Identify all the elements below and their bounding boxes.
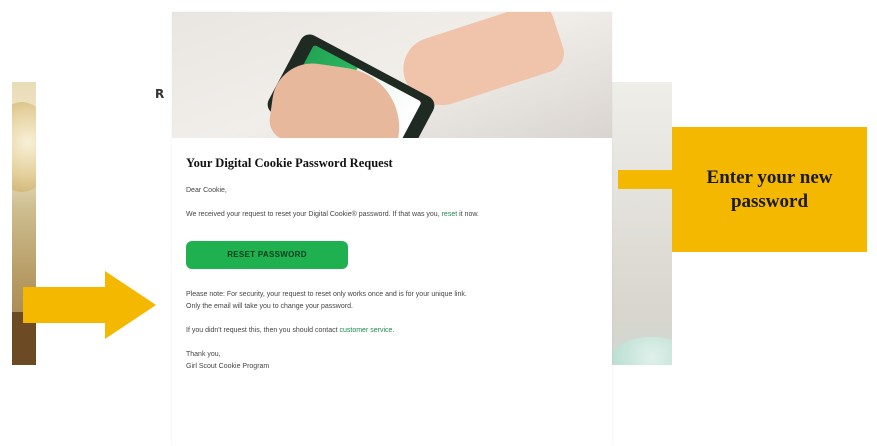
note-line-2: Only the email will take you to change y… (186, 303, 353, 310)
email-body: Your Digital Cookie Password Request Dea… (186, 156, 596, 385)
intro-text: We received your request to reset your D… (186, 211, 442, 218)
reset-password-button[interactable]: RESET PASSWORD (186, 241, 348, 269)
instruction-callout: Enter your new password (672, 127, 867, 252)
plate-image (612, 337, 672, 365)
cropped-letter: R (155, 87, 165, 101)
reset-link[interactable]: reset (442, 211, 458, 218)
help-end-text: . (392, 327, 395, 334)
signature-text: Girl Scout Cookie Program (186, 363, 270, 370)
email-title: Your Digital Cookie Password Request (186, 156, 393, 170)
customer-service-link[interactable]: customer service (340, 327, 393, 334)
email-intro: We received your request to reset your D… (186, 209, 596, 221)
right-background-photo (607, 82, 672, 365)
email-card: Your Digital Cookie Password Request Dea… (172, 12, 612, 446)
hand-image (267, 58, 407, 138)
help-text: If you didn't request this, then you sho… (186, 327, 340, 334)
email-signoff: Thank you, Girl Scout Cookie Program (186, 349, 596, 373)
note-line-1: Please note: For security, your request … (186, 291, 467, 298)
arrow-right-icon (23, 271, 156, 339)
email-note: Please note: For security, your request … (186, 289, 596, 313)
callout-connector (618, 170, 676, 189)
callout-text: Enter your new password (706, 166, 833, 212)
email-greeting: Dear Cookie, (186, 187, 227, 194)
hero-image (172, 12, 612, 138)
intro-end-text: it now. (457, 211, 479, 218)
sign-off-text: Thank you, (186, 351, 221, 358)
cookie-image (12, 102, 36, 192)
email-help: If you didn't request this, then you sho… (186, 325, 596, 337)
